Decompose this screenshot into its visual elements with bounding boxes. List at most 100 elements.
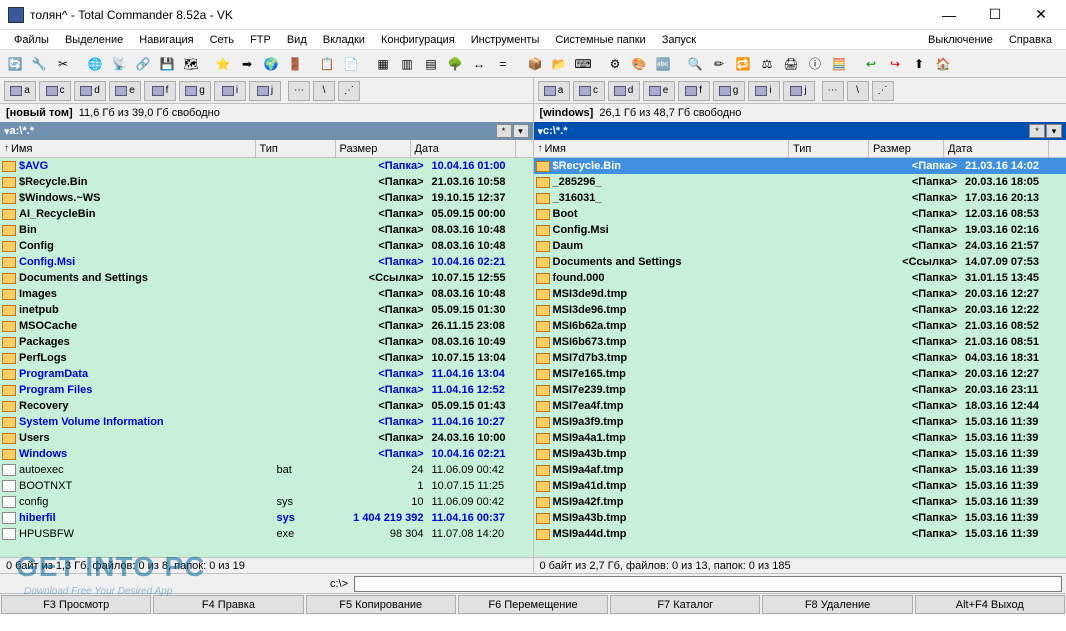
hdr-date[interactable]: Дата [411, 140, 516, 157]
menu-Конфигурация[interactable]: Конфигурация [373, 32, 463, 48]
menu-Сеть[interactable]: Сеть [202, 32, 242, 48]
file-row[interactable]: HPUSBFW exe 98 304 11.07.08 14:20 [0, 526, 533, 542]
maximize-button[interactable]: ☐ [972, 0, 1018, 30]
file-row[interactable]: MSI3de96.tmp <Папка> 20.03.16 12:22 [534, 302, 1066, 318]
file-list[interactable]: $AVG <Папка> 10.04.16 01:00 $Recycle.Bin… [0, 158, 533, 557]
drive-extra[interactable]: ⋯ [288, 81, 310, 101]
tb-map-icon[interactable]: 🗺 [180, 53, 202, 75]
tb-ftp-icon[interactable]: 📡 [108, 53, 130, 75]
tb-calc-icon[interactable]: 🧮 [828, 53, 850, 75]
file-row[interactable]: PerfLogs <Папка> 10.07.15 13:04 [0, 350, 533, 366]
file-row[interactable]: MSI9a41d.tmp <Папка> 15.03.16 11:39 [534, 478, 1066, 494]
file-list[interactable]: $Recycle.Bin <Папка> 21.03.16 14:02 _285… [534, 158, 1066, 557]
cmd-input[interactable] [354, 576, 1062, 592]
tb-extract-icon[interactable]: 📂 [548, 53, 570, 75]
menu-Файлы[interactable]: Файлы [6, 32, 57, 48]
drive-d[interactable]: d [74, 81, 106, 101]
file-row[interactable]: MSI9a43b.tmp <Папка> 15.03.16 11:39 [534, 510, 1066, 526]
drive-a[interactable]: a [538, 81, 570, 101]
menu-FTP[interactable]: FTP [242, 32, 279, 48]
file-row[interactable]: $Recycle.Bin <Папка> 21.03.16 10:58 [0, 174, 533, 190]
file-row[interactable]: MSI9a4a1.tmp <Папка> 15.03.16 11:39 [534, 430, 1066, 446]
menu-Навигация[interactable]: Навигация [131, 32, 201, 48]
file-row[interactable]: Recovery <Папка> 05.09.15 01:43 [0, 398, 533, 414]
file-row[interactable]: Packages <Папка> 08.03.16 10:49 [0, 334, 533, 350]
drive-extra[interactable]: \ [847, 81, 869, 101]
fkey-button[interactable]: F4 Правка [153, 595, 303, 614]
menu-Выделение[interactable]: Выделение [57, 32, 131, 48]
menu-Вкладки[interactable]: Вкладки [315, 32, 373, 48]
file-row[interactable]: Users <Папка> 24.03.16 10:00 [0, 430, 533, 446]
file-row[interactable]: Bin <Папка> 08.03.16 10:48 [0, 222, 533, 238]
file-row[interactable]: config sys 10 11.06.09 00:42 [0, 494, 533, 510]
tb-swap-icon[interactable]: ↔ [468, 53, 490, 75]
drive-f[interactable]: f [678, 81, 710, 101]
path-fav-icon[interactable]: * [1029, 124, 1045, 138]
minimize-button[interactable]: — [926, 0, 972, 30]
file-row[interactable]: $Windows.~WS <Папка> 19.10.15 12:37 [0, 190, 533, 206]
tb-copy-icon[interactable]: 📋 [316, 53, 338, 75]
hdr-type[interactable]: Тип [256, 140, 336, 157]
fkey-button[interactable]: F7 Каталог [610, 595, 760, 614]
file-row[interactable]: hiberfil sys 1 404 219 392 11.04.16 00:3… [0, 510, 533, 526]
drive-g[interactable]: g [179, 81, 211, 101]
tb-network-icon[interactable]: 🌐 [84, 53, 106, 75]
file-row[interactable]: MSI9a3f9.tmp <Папка> 15.03.16 11:39 [534, 414, 1066, 430]
file-row[interactable]: MSI6b62a.tmp <Папка> 21.03.16 08:52 [534, 318, 1066, 334]
file-row[interactable]: Documents and Settings <Ссылка> 14.07.09… [534, 254, 1066, 270]
file-row[interactable]: MSI9a44d.tmp <Папка> 15.03.16 11:39 [534, 526, 1066, 542]
file-row[interactable]: Documents and Settings <Ссылка> 10.07.15… [0, 270, 533, 286]
tb-view2-icon[interactable]: ▥ [396, 53, 418, 75]
path-bar[interactable]: ▾ a:\*.* *▾ [0, 122, 533, 140]
fkey-button[interactable]: F3 Просмотр [1, 595, 151, 614]
fkey-button[interactable]: F8 Удаление [762, 595, 912, 614]
drive-j[interactable]: j [249, 81, 281, 101]
drive-c[interactable]: c [39, 81, 71, 101]
tb-view1-icon[interactable]: ▦ [372, 53, 394, 75]
drive-i[interactable]: i [748, 81, 780, 101]
file-row[interactable]: inetpub <Папка> 05.09.15 01:30 [0, 302, 533, 318]
tb-cmd-icon[interactable]: ⌨ [572, 53, 594, 75]
drive-j[interactable]: j [783, 81, 815, 101]
file-row[interactable]: $AVG <Папка> 10.04.16 01:00 [0, 158, 533, 174]
drive-g[interactable]: g [713, 81, 745, 101]
file-row[interactable]: Images <Папка> 08.03.16 10:48 [0, 286, 533, 302]
file-row[interactable]: _316031_ <Папка> 17.03.16 20:13 [534, 190, 1066, 206]
tb-tool-icon[interactable]: 🔧 [28, 53, 50, 75]
tb-back-icon[interactable]: ↩ [860, 53, 882, 75]
file-row[interactable]: MSI9a43b.tmp <Папка> 15.03.16 11:39 [534, 446, 1066, 462]
file-row[interactable]: MSOCache <Папка> 26.11.15 23:08 [0, 318, 533, 334]
hdr-size[interactable]: Размер [336, 140, 411, 157]
tb-cfg2-icon[interactable]: 🎨 [628, 53, 650, 75]
tb-view3-icon[interactable]: ▤ [420, 53, 442, 75]
file-row[interactable]: found.000 <Папка> 31.01.15 13:45 [534, 270, 1066, 286]
file-row[interactable]: MSI3de9d.tmp <Папка> 20.03.16 12:27 [534, 286, 1066, 302]
tb-cfg3-icon[interactable]: 🔤 [652, 53, 674, 75]
menu-Инструменты[interactable]: Инструменты [463, 32, 548, 48]
tb-scissors-icon[interactable]: ✂ [52, 53, 74, 75]
menu-Вид[interactable]: Вид [279, 32, 315, 48]
file-row[interactable]: MSI7ea4f.tmp <Папка> 18.03.16 12:44 [534, 398, 1066, 414]
drive-i[interactable]: i [214, 81, 246, 101]
file-row[interactable]: MSI9a42f.tmp <Папка> 15.03.16 11:39 [534, 494, 1066, 510]
tb-search-icon[interactable]: 🔍 [684, 53, 706, 75]
drive-a[interactable]: a [4, 81, 36, 101]
path-hist-icon[interactable]: ▾ [513, 124, 529, 138]
file-row[interactable]: Config.Msi <Папка> 10.04.16 02:21 [0, 254, 533, 270]
tb-paste-icon[interactable]: 📄 [340, 53, 362, 75]
hdr-type[interactable]: Тип [789, 140, 869, 157]
fkey-button[interactable]: Alt+F4 Выход [915, 595, 1065, 614]
tb-sync-icon[interactable]: 🔁 [732, 53, 754, 75]
file-row[interactable]: Windows <Папка> 10.04.16 02:21 [0, 446, 533, 462]
file-row[interactable]: Daum <Папка> 24.03.16 21:57 [534, 238, 1066, 254]
file-row[interactable]: Boot <Папка> 12.03.16 08:53 [534, 206, 1066, 222]
menu-Справка[interactable]: Справка [1001, 32, 1060, 48]
tb-cfg1-icon[interactable]: ⚙ [604, 53, 626, 75]
drive-c[interactable]: c [573, 81, 605, 101]
tb-star-icon[interactable]: ⭐ [212, 53, 234, 75]
menu-Выключение[interactable]: Выключение [920, 32, 1001, 48]
close-button[interactable]: ✕ [1018, 0, 1064, 30]
file-row[interactable]: MSI7e165.tmp <Папка> 20.03.16 12:27 [534, 366, 1066, 382]
file-row[interactable]: MSI7d7b3.tmp <Папка> 04.03.16 18:31 [534, 350, 1066, 366]
tb-arrow-icon[interactable]: ➡ [236, 53, 258, 75]
